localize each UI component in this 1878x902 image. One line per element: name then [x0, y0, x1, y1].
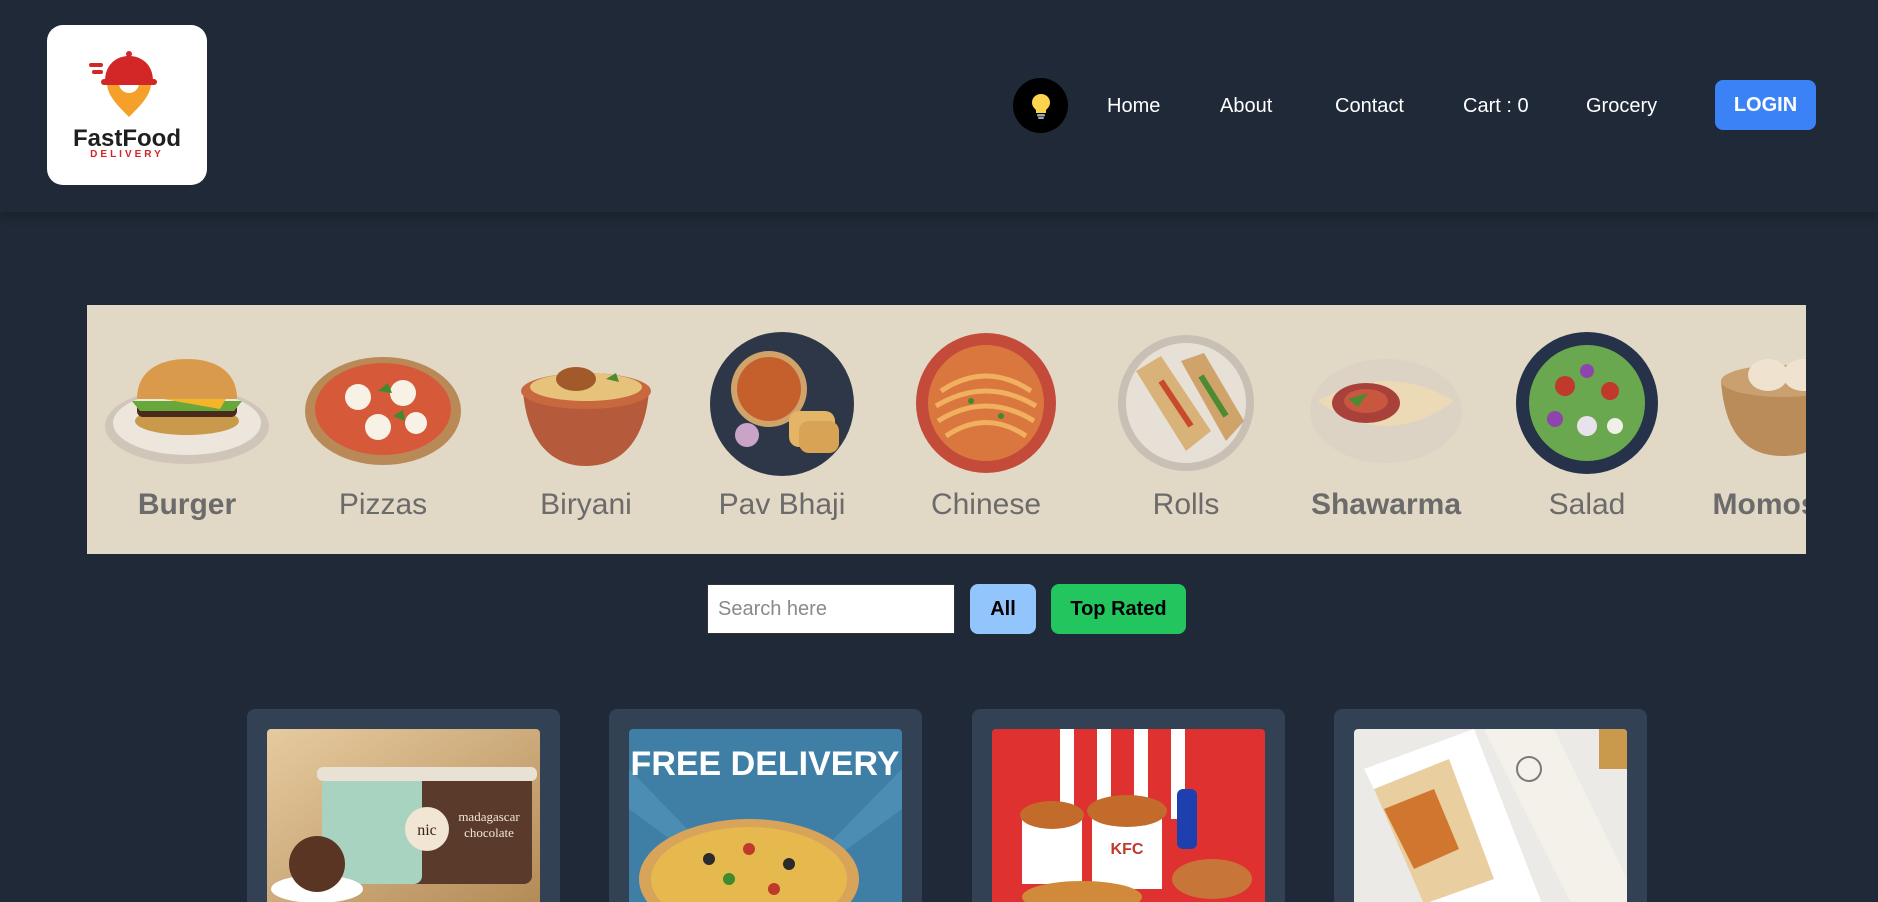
theme-toggle-button[interactable] [1013, 78, 1068, 133]
card-brand-mark: nic [417, 822, 437, 839]
category-biryani[interactable]: Biryani [486, 305, 686, 554]
restaurant-card[interactable]: nic madagascar chocolate [247, 709, 560, 902]
category-label: Momos [1712, 488, 1807, 521]
delivery-logo-icon [89, 51, 157, 117]
burger-image [105, 359, 269, 464]
category-pizzas[interactable]: Pizzas [283, 305, 483, 554]
card-promo-text: FREE DELIVERY [631, 745, 900, 783]
card-image: FREE DELIVERY [629, 729, 902, 902]
category-burger[interactable]: Burger [87, 305, 287, 554]
brand-tagline: DELIVERY [90, 149, 164, 160]
card-flavor-line-2: chocolate [464, 825, 514, 840]
category-label: Salad [1548, 488, 1626, 521]
card-brand-mark: KFC [1111, 841, 1144, 858]
nav-home-link[interactable]: Home [1107, 94, 1160, 118]
nav-grocery-link[interactable]: Grocery [1586, 94, 1657, 118]
nav-about-link[interactable]: About [1220, 94, 1272, 118]
category-label: Shawarma [1310, 488, 1462, 521]
category-chinese[interactable]: Chinese [886, 305, 1086, 554]
momos-image [1721, 359, 1806, 456]
category-shawarma[interactable]: Shawarma [1286, 305, 1486, 554]
search-input[interactable] [707, 584, 955, 634]
filter-top-rated-button[interactable]: Top Rated [1051, 584, 1186, 634]
category-pav-bhaji[interactable]: Pav Bhaji [682, 305, 882, 554]
kfc-bucket-image: KFC [992, 729, 1265, 902]
card-image [1354, 729, 1627, 902]
biryani-image [521, 367, 651, 466]
category-label: Rolls [1152, 488, 1220, 521]
wrap-rolls-image [1354, 729, 1627, 902]
pizza-promo-image: FREE DELIVERY [629, 729, 902, 902]
salad-image [1516, 332, 1658, 474]
login-button[interactable]: LOGIN [1715, 80, 1816, 130]
category-momos[interactable]: Momos [1683, 305, 1806, 554]
nav-cart-link[interactable]: Cart : 0 [1463, 94, 1529, 118]
card-image: KFC [992, 729, 1265, 902]
category-rolls[interactable]: Rolls [1086, 305, 1286, 554]
category-label: Chinese [930, 488, 1042, 521]
noodles-image [916, 333, 1056, 473]
restaurant-card[interactable]: KFC [972, 709, 1285, 902]
restaurant-card[interactable]: FREE DELIVERY [609, 709, 922, 902]
brand-logo[interactable]: FastFood DELIVERY [47, 25, 207, 185]
site-header: FastFood DELIVERY Home About Contact Car… [0, 0, 1878, 212]
lightbulb-icon [1031, 93, 1050, 119]
category-label: Pizzas [338, 488, 428, 521]
card-flavor-line-1: madagascar [458, 809, 520, 824]
ice-cream-image: nic madagascar chocolate [267, 729, 540, 902]
category-salad[interactable]: Salad [1487, 305, 1687, 554]
shawarma-image [1310, 359, 1462, 463]
restaurant-card[interactable] [1334, 709, 1647, 902]
pizza-image [305, 357, 461, 465]
rolls-image [1118, 335, 1254, 471]
category-carousel[interactable]: Burger Pizzas Biryani Pav Bhaji Chinese … [87, 305, 1806, 554]
filter-all-button[interactable]: All [970, 584, 1036, 634]
category-label: Biryani [540, 488, 632, 521]
category-label: Pav Bhaji [718, 488, 846, 521]
card-image: nic madagascar chocolate [267, 729, 540, 902]
nav-contact-link[interactable]: Contact [1335, 94, 1404, 118]
pav-bhaji-image [710, 332, 854, 476]
category-label: Burger [137, 488, 237, 521]
